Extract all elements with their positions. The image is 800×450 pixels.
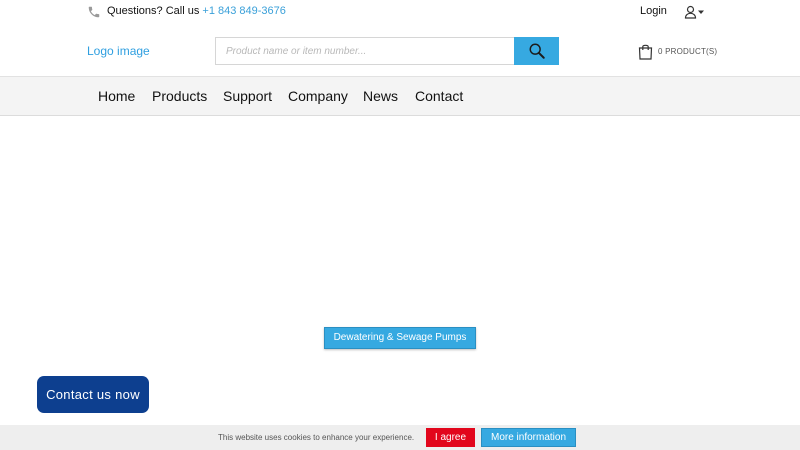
contact-question: Questions? Call us +1 843 849-3676 bbox=[107, 5, 286, 17]
search-button[interactable] bbox=[514, 37, 559, 65]
search-bar bbox=[215, 37, 559, 65]
user-menu-icon[interactable] bbox=[684, 5, 706, 19]
cookie-banner: This website uses cookies to enhance you… bbox=[0, 425, 800, 450]
cookie-text: This website uses cookies to enhance you… bbox=[218, 433, 415, 442]
phone-icon bbox=[88, 6, 100, 18]
category-button[interactable]: Dewatering & Sewage Pumps bbox=[324, 327, 476, 349]
agree-button[interactable]: I agree bbox=[426, 428, 475, 447]
cart-button[interactable]: 0 PRODUCT(S) bbox=[638, 43, 717, 61]
nav-item-news[interactable]: News bbox=[363, 88, 398, 104]
more-information-button[interactable]: More information bbox=[481, 428, 576, 447]
nav-item-contact[interactable]: Contact bbox=[415, 88, 463, 104]
cart-count: 0 PRODUCT(S) bbox=[658, 47, 718, 56]
nav-item-home[interactable]: Home bbox=[98, 88, 135, 104]
question-text: Questions? Call us bbox=[107, 5, 200, 17]
nav-item-company[interactable]: Company bbox=[288, 88, 348, 104]
main-nav: Home Products Support Company News Conta… bbox=[0, 76, 800, 116]
contact-us-button[interactable]: Contact us now bbox=[37, 376, 149, 413]
logo-image[interactable]: Logo image bbox=[87, 44, 150, 58]
search-icon bbox=[529, 43, 545, 59]
nav-item-support[interactable]: Support bbox=[223, 88, 272, 104]
login-link[interactable]: Login bbox=[640, 5, 667, 17]
top-bar: Questions? Call us +1 843 849-3676 Login bbox=[0, 0, 800, 24]
phone-link[interactable]: +1 843 849-3676 bbox=[202, 5, 286, 17]
nav-item-products[interactable]: Products bbox=[152, 88, 207, 104]
shopping-bag-icon bbox=[638, 44, 653, 60]
search-input[interactable] bbox=[215, 37, 514, 65]
